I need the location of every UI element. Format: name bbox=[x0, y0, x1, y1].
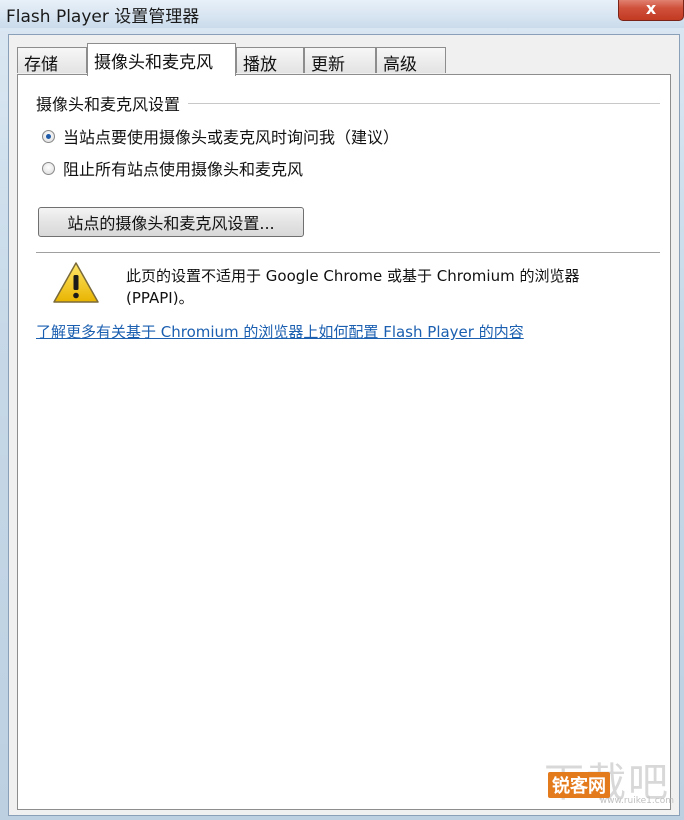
radio-ask-checked[interactable] bbox=[42, 129, 55, 143]
tab-panel: 摄像头和麦克风设置 当站点要使用摄像头或麦克风时询问我（建议） 阻止所有站点使用… bbox=[17, 74, 671, 810]
app-window: Flash Player 设置管理器 x 存储 摄像头和麦克风 播放 更新 高级… bbox=[0, 0, 684, 820]
warning-icon bbox=[53, 262, 99, 303]
watermark-badge: 锐客网 bbox=[548, 772, 610, 798]
watermark-logo: 下载吧 锐客网 www.ruike1.com bbox=[538, 750, 678, 806]
radio-block-option[interactable]: 阻止所有站点使用摄像头和麦克风 bbox=[42, 157, 303, 179]
radio-block[interactable] bbox=[42, 161, 55, 175]
window-title: Flash Player 设置管理器 bbox=[6, 7, 200, 27]
radio-block-label: 阻止所有站点使用摄像头和麦克风 bbox=[63, 160, 304, 179]
tab-storage[interactable]: 存储 bbox=[17, 47, 87, 75]
close-button[interactable]: x bbox=[618, 0, 684, 21]
tab-camera-microphone[interactable]: 摄像头和麦克风 bbox=[87, 43, 236, 76]
ppapi-notice: 此页的设置不适用于 Google Chrome 或基于 Chromium 的浏览… bbox=[126, 267, 580, 307]
dialog-body: 存储 摄像头和麦克风 播放 更新 高级 摄像头和麦克风设置 当站点要使用摄像头或… bbox=[8, 34, 680, 816]
section-separator bbox=[36, 252, 660, 253]
title-bar[interactable]: Flash Player 设置管理器 x bbox=[0, 0, 684, 28]
site-settings-button[interactable]: 站点的摄像头和麦克风设置... bbox=[38, 207, 304, 237]
group-title: 摄像头和麦克风设置 bbox=[36, 91, 189, 115]
tab-strip: 存储 摄像头和麦克风 播放 更新 高级 bbox=[17, 43, 667, 76]
tab-updates[interactable]: 更新 bbox=[304, 47, 376, 75]
watermark-url: www.ruike1.com bbox=[599, 796, 674, 806]
tab-advanced[interactable]: 高级 bbox=[376, 47, 446, 75]
radio-ask-option[interactable]: 当站点要使用摄像头或麦克风时询问我（建议） bbox=[42, 125, 399, 147]
close-icon: x bbox=[645, 0, 657, 18]
tab-playback[interactable]: 播放 bbox=[236, 47, 304, 75]
learn-more-link[interactable]: 了解更多有关基于 Chromium 的浏览器上如何配置 Flash Player… bbox=[36, 321, 524, 342]
radio-ask-label: 当站点要使用摄像头或麦克风时询问我（建议） bbox=[63, 128, 400, 147]
